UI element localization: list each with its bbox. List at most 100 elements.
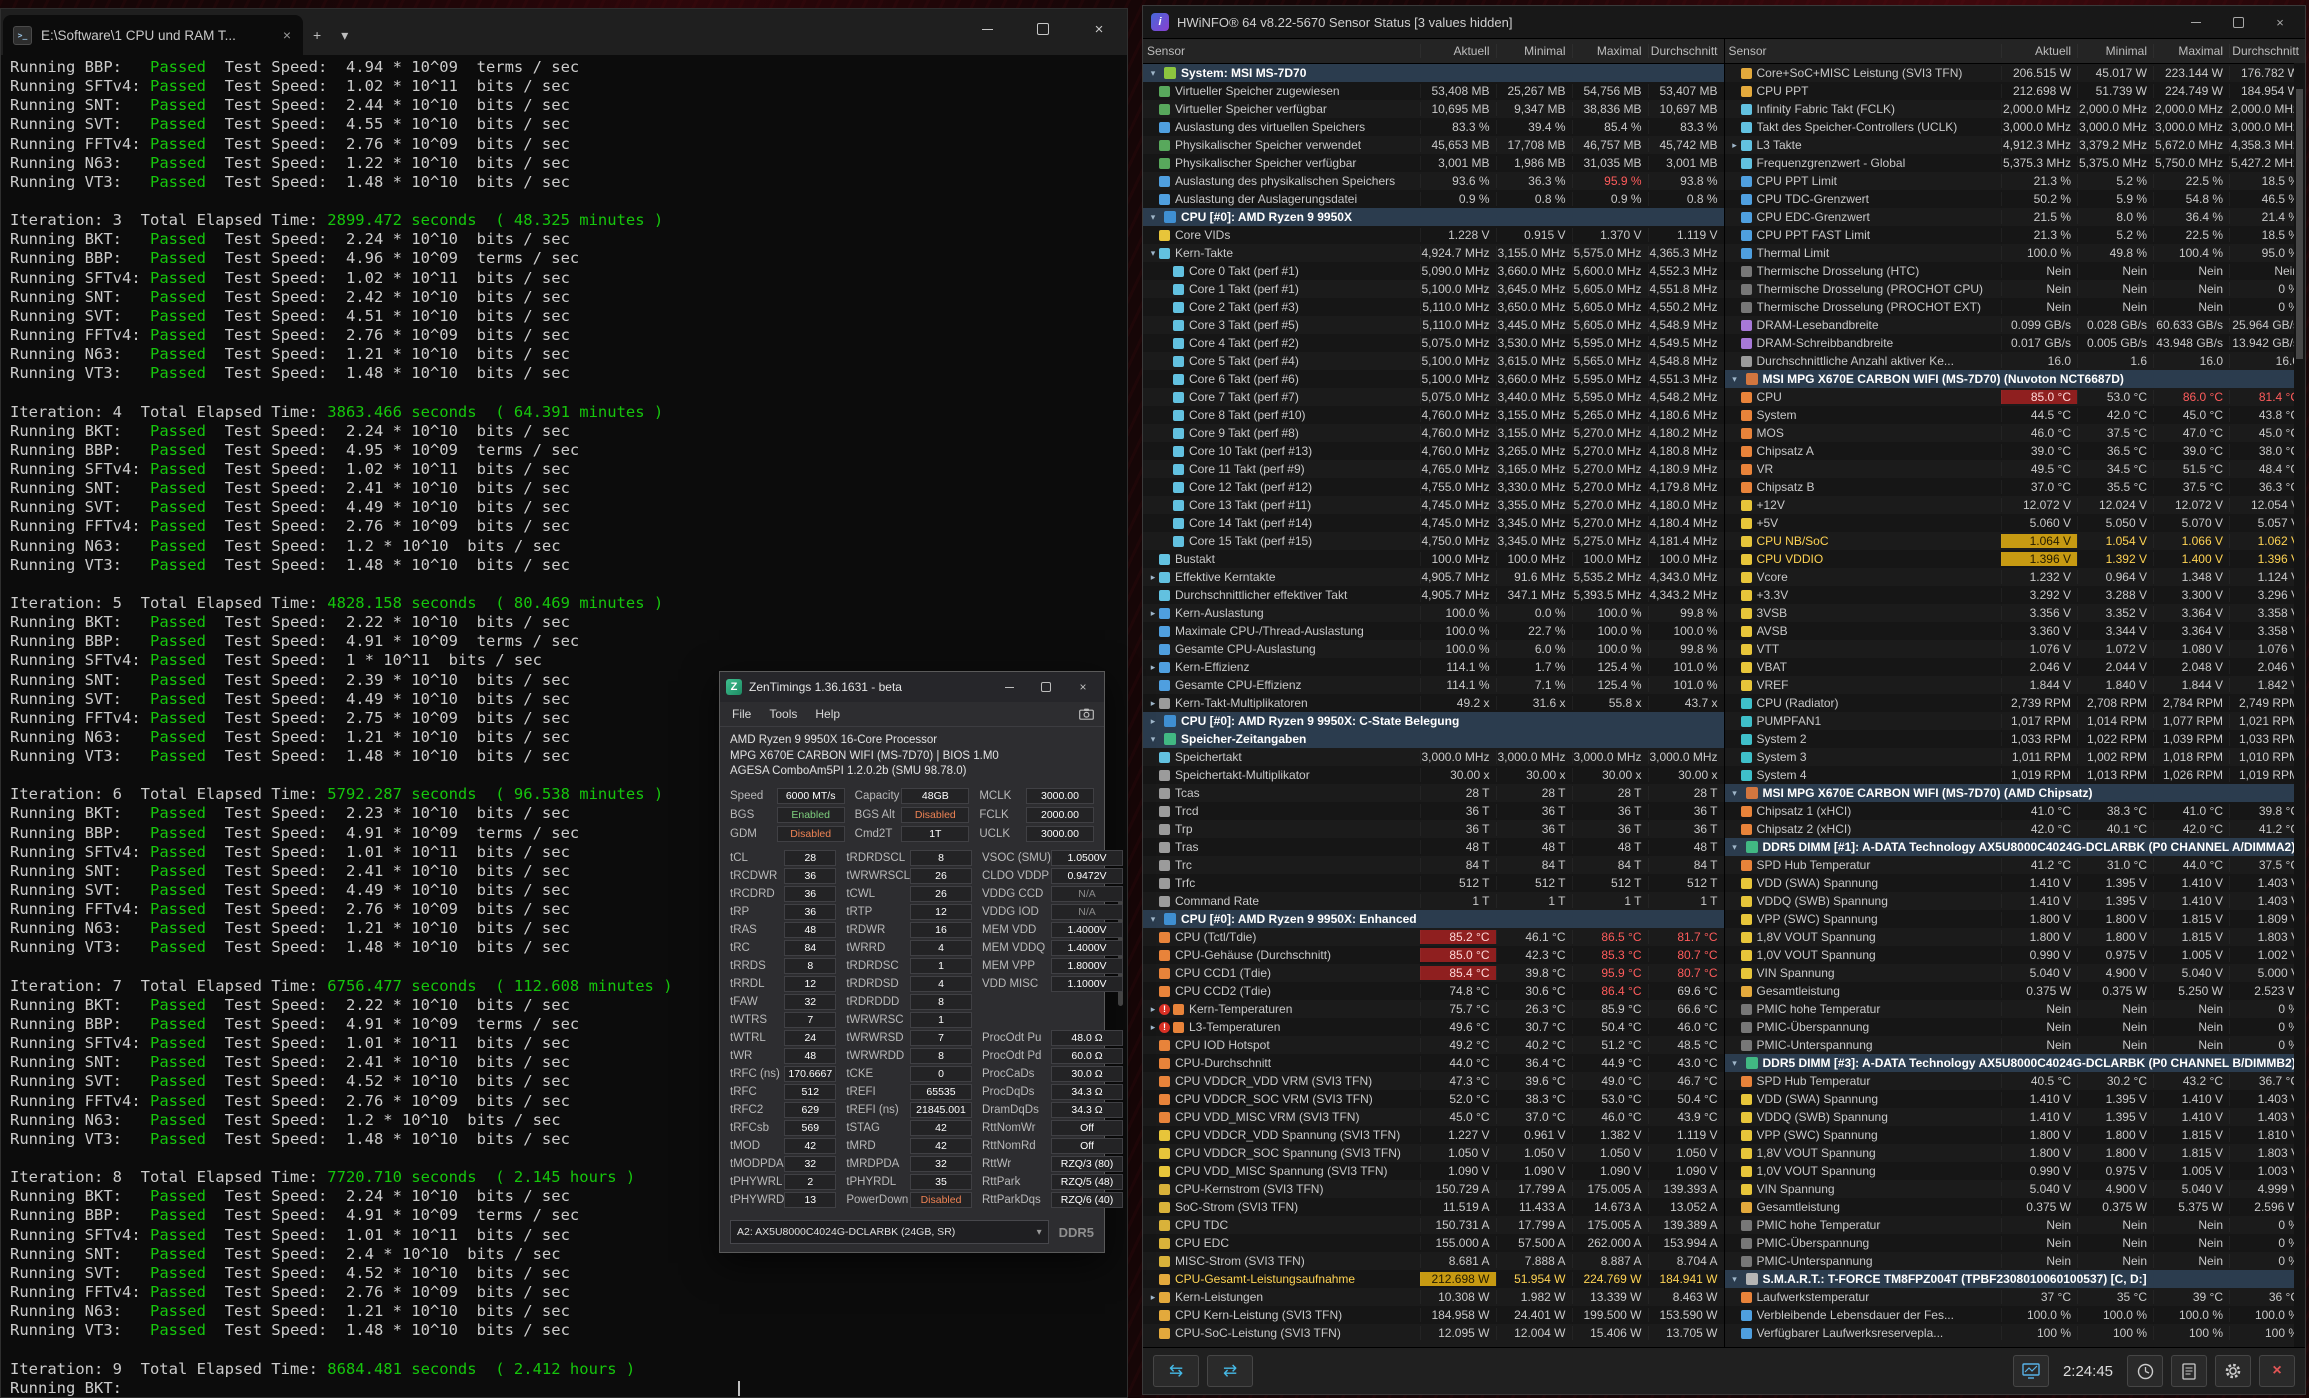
sensor-row[interactable]: Core 1 Takt (perf #1)5,100.0 MHz3,645.0 …: [1143, 280, 1724, 298]
sensor-row[interactable]: Chipsatz 1 (xHCI)41.0 °C38.3 °C41.0 °C39…: [1725, 802, 2306, 820]
sensor-row[interactable]: SPD Hub Temperatur41.2 °C31.0 °C44.0 °C3…: [1725, 856, 2306, 874]
sensor-row[interactable]: ▸Kern-Takt-Multiplikatoren49.2 x31.6 x55…: [1143, 694, 1724, 712]
tab-close-icon[interactable]: ×: [281, 27, 293, 43]
maximize-button[interactable]: [1015, 9, 1071, 49]
menu-tools[interactable]: Tools: [761, 705, 805, 723]
sensor-row[interactable]: Core 10 Takt (perf #13)4,760.0 MHz3,265.…: [1143, 442, 1724, 460]
sensor-row[interactable]: ▸!Kern-Temperaturen75.7 °C26.3 °C85.9 °C…: [1143, 1000, 1724, 1018]
chevron-icon[interactable]: ▸: [1729, 140, 1741, 151]
column-header-max[interactable]: Maximal: [1572, 44, 1648, 58]
sensor-row[interactable]: ▸Kern-Effizienz114.1 %1.7 %125.4 %101.0 …: [1143, 658, 1724, 676]
nav-forward-button[interactable]: ⇄: [1207, 1355, 1253, 1387]
chevron-icon[interactable]: ▸: [1147, 1022, 1159, 1033]
terminal-titlebar[interactable]: >_ E:\Software\1 CPU und RAM T... × + ▾ …: [1, 9, 1127, 55]
sensor-row[interactable]: +5V5.060 V5.050 V5.070 V5.057 V: [1725, 514, 2306, 532]
sensor-row[interactable]: Speichertakt-Multiplikator30.00 x30.00 x…: [1143, 766, 1724, 784]
close-button[interactable]: ×: [2263, 10, 2297, 34]
sensor-row[interactable]: CPU-Gesamt-Leistungsaufnahme212.698 W51.…: [1143, 1270, 1724, 1288]
close-button[interactable]: ×: [1068, 675, 1098, 699]
sensor-row[interactable]: Trfc512 T512 T512 T512 T: [1143, 874, 1724, 892]
sensor-row[interactable]: Core 14 Takt (perf #14)4,745.0 MHz3,345.…: [1143, 514, 1724, 532]
column-header-max[interactable]: Maximal: [2153, 44, 2229, 58]
sensor-row[interactable]: CPU-SoC-Leistung (SVI3 TFN)12.095 W12.00…: [1143, 1324, 1724, 1342]
sensor-row[interactable]: Trcd36 T36 T36 T36 T: [1143, 802, 1724, 820]
sensor-row[interactable]: MOS46.0 °C37.5 °C47.0 °C45.0 °C: [1725, 424, 2306, 442]
sensor-row[interactable]: Virtueller Speicher zugewiesen53,408 MB2…: [1143, 82, 1724, 100]
hwinfo-titlebar[interactable]: i HWiNFO® 64 v8.22-5670 Sensor Status [3…: [1143, 6, 2305, 39]
sensor-row[interactable]: CPU85.0 °C53.0 °C86.0 °C81.4 °C: [1725, 388, 2306, 406]
sensor-row[interactable]: CPU-Durchschnitt44.0 °C36.4 °C44.9 °C43.…: [1143, 1054, 1724, 1072]
maximize-button[interactable]: [1031, 675, 1061, 699]
sensor-row[interactable]: Vcore1.232 V0.964 V1.348 V1.124 V: [1725, 568, 2306, 586]
sensor-row[interactable]: Core 8 Takt (perf #10)4,760.0 MHz3,155.0…: [1143, 406, 1724, 424]
sensor-row[interactable]: Core+SoC+MISC Leistung (SVI3 TFN)206.515…: [1725, 64, 2306, 82]
sensor-row[interactable]: Core 4 Takt (perf #2)5,075.0 MHz3,530.0 …: [1143, 334, 1724, 352]
sensor-row[interactable]: VPP (SWC) Spannung1.800 V1.800 V1.815 V1…: [1725, 910, 2306, 928]
sensor-row[interactable]: PUMPFAN11,017 RPM1,014 RPM1,077 RPM1,021…: [1725, 712, 2306, 730]
sensor-row[interactable]: Thermische Drosselung (HTC)NeinNeinNeinN…: [1725, 262, 2306, 280]
sensor-row[interactable]: Verfügbarer Laufwerksreservepla...100 %1…: [1725, 1324, 2306, 1342]
sensor-row[interactable]: VIN Spannung5.040 V4.900 V5.040 V5.000 V: [1725, 964, 2306, 982]
screenshot-button[interactable]: [1079, 708, 1094, 720]
sensor-row[interactable]: CPU TDC150.731 A17.799 A175.005 A139.389…: [1143, 1216, 1724, 1234]
sensor-row[interactable]: ▸Kern-Leistungen10.308 W1.982 W13.339 W8…: [1143, 1288, 1724, 1306]
new-tab-button[interactable]: +: [303, 15, 331, 55]
sensor-row[interactable]: CPU VDDCR_VDD VRM (SVI3 TFN)47.3 °C39.6 …: [1143, 1072, 1724, 1090]
sensor-row[interactable]: Core 2 Takt (perf #3)5,110.0 MHz3,650.0 …: [1143, 298, 1724, 316]
sensor-row[interactable]: Thermische Drosselung (PROCHOT CPU)NeinN…: [1725, 280, 2306, 298]
sensor-row[interactable]: ▸L3 Takte4,912.3 MHz3,379.2 MHz5,672.0 M…: [1725, 136, 2306, 154]
close-button[interactable]: ×: [1071, 9, 1127, 49]
chevron-icon[interactable]: ▸: [1147, 1292, 1159, 1303]
sensor-row[interactable]: PMIC hohe TemperaturNeinNeinNein0 %: [1725, 1216, 2306, 1234]
sensor-row[interactable]: CPU VDDCR_SOC Spannung (SVI3 TFN)1.050 V…: [1143, 1144, 1724, 1162]
sensor-row[interactable]: CPU EDC-Grenzwert21.5 %8.0 %36.4 %21.4 %: [1725, 208, 2306, 226]
sensor-row[interactable]: Core 7 Takt (perf #7)5,075.0 MHz3,440.0 …: [1143, 388, 1724, 406]
sensor-row[interactable]: Bustakt100.0 MHz100.0 MHz100.0 MHz100.0 …: [1143, 550, 1724, 568]
sensor-row[interactable]: DRAM-Lesebandbreite0.099 GB/s0.028 GB/s6…: [1725, 316, 2306, 334]
sensor-row[interactable]: 1,0V VOUT Spannung0.990 V0.975 V1.005 V1…: [1725, 1162, 2306, 1180]
chevron-icon[interactable]: ▾: [1147, 734, 1159, 745]
sensor-row[interactable]: Core 11 Takt (perf #9)4,765.0 MHz3,165.0…: [1143, 460, 1724, 478]
sensor-row[interactable]: Core 6 Takt (perf #6)5,100.0 MHz3,660.0 …: [1143, 370, 1724, 388]
chevron-icon[interactable]: ▸: [1147, 662, 1159, 673]
sensor-row[interactable]: Core 0 Takt (perf #1)5,090.0 MHz3,660.0 …: [1143, 262, 1724, 280]
sensor-row[interactable]: CPU CCD2 (Tdie)74.8 °C30.6 °C86.4 °C69.6…: [1143, 982, 1724, 1000]
column-header-min[interactable]: Minimal: [2077, 44, 2153, 58]
sensor-row[interactable]: SoC-Strom (SVI3 TFN)11.519 A11.433 A14.6…: [1143, 1198, 1724, 1216]
sensor-row[interactable]: SPD Hub Temperatur40.5 °C30.2 °C43.2 °C3…: [1725, 1072, 2306, 1090]
sensor-row[interactable]: VDD (SWA) Spannung1.410 V1.395 V1.410 V1…: [1725, 1090, 2306, 1108]
column-header-current[interactable]: Aktuell: [2001, 44, 2077, 58]
sensor-section-row[interactable]: ▾CPU [#0]: AMD Ryzen 9 9950X: Enhanced: [1143, 910, 1724, 928]
sensor-section-row[interactable]: ▾MSI MPG X670E CARBON WIFI (MS-7D70) (AM…: [1725, 784, 2306, 802]
sensor-row[interactable]: Physikalischer Speicher verwendet45,653 …: [1143, 136, 1724, 154]
sensor-row[interactable]: PMIC-UnterspannungNeinNeinNein0 %: [1725, 1252, 2306, 1270]
sensor-section-row[interactable]: ▸CPU [#0]: AMD Ryzen 9 9950X: C-State Be…: [1143, 712, 1724, 730]
sensor-row[interactable]: CPU VDD_MISC Spannung (SVI3 TFN)1.090 V1…: [1143, 1162, 1724, 1180]
sensor-row[interactable]: Physikalischer Speicher verfügbar3,001 M…: [1143, 154, 1724, 172]
sensor-row[interactable]: Tcas28 T28 T28 T28 T: [1143, 784, 1724, 802]
sensor-row[interactable]: Infinity Fabric Takt (FCLK)2,000.0 MHz2,…: [1725, 100, 2306, 118]
nav-back-button[interactable]: ⇆: [1153, 1355, 1199, 1387]
sensor-row[interactable]: Speichertakt3,000.0 MHz3,000.0 MHz3,000.…: [1143, 748, 1724, 766]
sensor-row[interactable]: Maximale CPU-/Thread-Auslastung100.0 %22…: [1143, 622, 1724, 640]
sensor-row[interactable]: Tras48 T48 T48 T48 T: [1143, 838, 1724, 856]
sensor-row[interactable]: CPU EDC155.000 A57.500 A262.000 A153.994…: [1143, 1234, 1724, 1252]
sensor-row[interactable]: Thermal Limit100.0 %49.8 %100.4 %95.0 %: [1725, 244, 2306, 262]
graph-button[interactable]: [2013, 1355, 2049, 1387]
sensor-row[interactable]: VDDQ (SWB) Spannung1.410 V1.395 V1.410 V…: [1725, 892, 2306, 910]
minimize-button[interactable]: [2179, 10, 2213, 34]
sensor-scrollbar[interactable]: [2294, 63, 2305, 1347]
clock-button[interactable]: [2127, 1355, 2163, 1387]
chevron-icon[interactable]: ▸: [1147, 698, 1159, 709]
sensor-row[interactable]: System44.5 °C42.0 °C45.0 °C43.8 °C: [1725, 406, 2306, 424]
chevron-icon[interactable]: ▾: [1729, 842, 1741, 853]
sensor-row[interactable]: Trp36 T36 T36 T36 T: [1143, 820, 1724, 838]
sensor-section-row[interactable]: ▾Speicher-Zeitangaben: [1143, 730, 1724, 748]
menu-file[interactable]: File: [724, 705, 759, 723]
sensor-row[interactable]: CPU CCD1 (Tdie)85.4 °C39.8 °C95.9 °C80.7…: [1143, 964, 1724, 982]
sensor-row[interactable]: CPU PPT FAST Limit21.3 %5.2 %22.5 %18.5 …: [1725, 226, 2306, 244]
sensor-row[interactable]: AVSB3.360 V3.344 V3.364 V3.358 V: [1725, 622, 2306, 640]
sensor-row[interactable]: 1,8V VOUT Spannung1.800 V1.800 V1.815 V1…: [1725, 1144, 2306, 1162]
sensor-row[interactable]: System 21,033 RPM1,022 RPM1,039 RPM1,033…: [1725, 730, 2306, 748]
column-header-avg[interactable]: Durchschnitt: [1648, 44, 1724, 58]
